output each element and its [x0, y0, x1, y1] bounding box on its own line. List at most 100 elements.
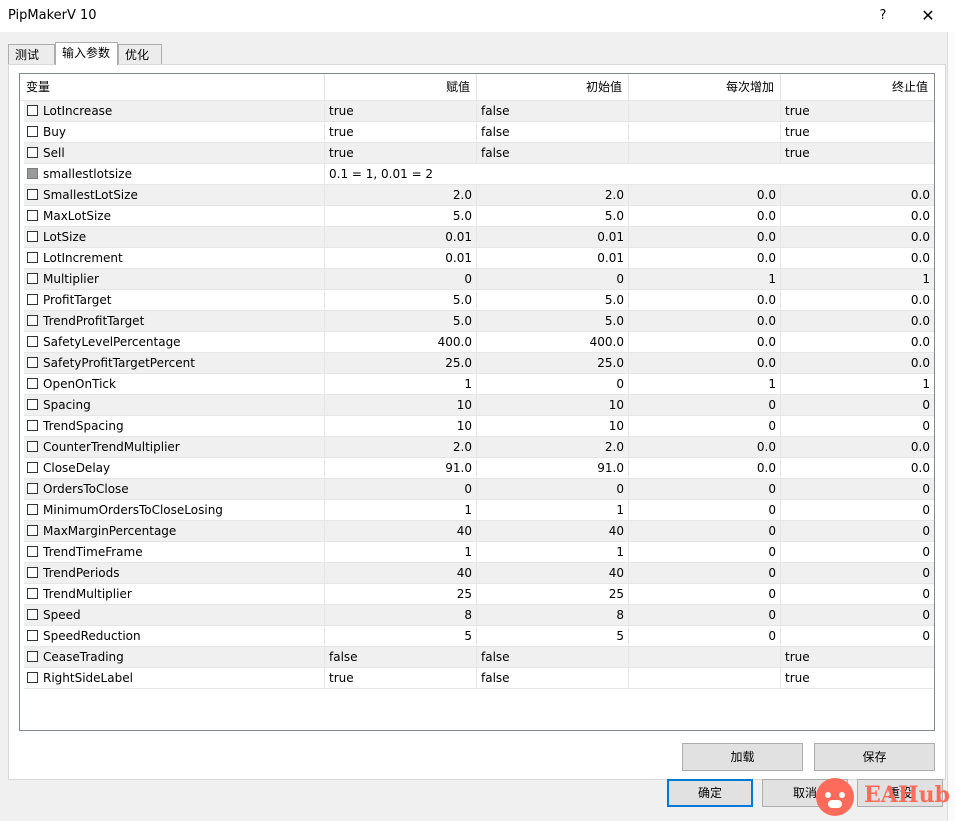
step-cell[interactable]: 1: [629, 269, 781, 289]
optimize-checkbox[interactable]: [27, 441, 38, 452]
stop-cell[interactable]: 0: [781, 521, 934, 541]
start-cell[interactable]: 25.0: [477, 353, 629, 373]
optimize-checkbox[interactable]: [27, 630, 38, 641]
stop-cell[interactable]: 0: [781, 626, 934, 646]
step-cell[interactable]: 0: [629, 563, 781, 583]
start-cell[interactable]: 91.0: [477, 458, 629, 478]
table-row[interactable]: LotSize 0.01 0.01 0.0 0.0: [24, 227, 934, 248]
stop-cell[interactable]: 0.0: [781, 437, 934, 457]
stop-cell[interactable]: 0: [781, 563, 934, 583]
stop-cell[interactable]: 0.0: [781, 227, 934, 247]
start-cell[interactable]: 0.01: [477, 248, 629, 268]
ok-button[interactable]: 确定: [667, 779, 753, 807]
start-cell[interactable]: 0: [477, 374, 629, 394]
table-row[interactable]: LotIncrement 0.01 0.01 0.0 0.0: [24, 248, 934, 269]
table-row[interactable]: CounterTrendMultiplier 2.0 2.0 0.0 0.0: [24, 437, 934, 458]
stop-cell[interactable]: 0.0: [781, 458, 934, 478]
stop-cell[interactable]: 0: [781, 395, 934, 415]
optimize-checkbox[interactable]: [27, 609, 38, 620]
table-row[interactable]: Spacing 10 10 0 0: [24, 395, 934, 416]
tab-input-parameters[interactable]: 输入参数: [55, 42, 118, 65]
optimize-checkbox[interactable]: [27, 105, 38, 116]
value-cell[interactable]: true: [325, 668, 477, 688]
table-row[interactable]: LotIncrease true false true: [24, 101, 934, 122]
table-row[interactable]: SmallestLotSize 2.0 2.0 0.0 0.0: [24, 185, 934, 206]
start-cell[interactable]: 2.0: [477, 437, 629, 457]
optimize-checkbox[interactable]: [27, 357, 38, 368]
column-header-step[interactable]: 每次增加: [629, 74, 781, 100]
step-cell[interactable]: [629, 122, 781, 142]
step-cell[interactable]: 0.0: [629, 248, 781, 268]
value-cell[interactable]: 0: [325, 479, 477, 499]
start-cell[interactable]: 5: [477, 626, 629, 646]
start-cell[interactable]: false: [477, 122, 629, 142]
optimize-checkbox[interactable]: [27, 378, 38, 389]
start-cell[interactable]: 40: [477, 563, 629, 583]
step-cell[interactable]: 0: [629, 605, 781, 625]
value-cell[interactable]: 10: [325, 395, 477, 415]
stop-cell[interactable]: 0: [781, 542, 934, 562]
table-row[interactable]: Speed 8 8 0 0: [24, 605, 934, 626]
optimize-checkbox[interactable]: [27, 294, 38, 305]
optimize-checkbox[interactable]: [27, 126, 38, 137]
start-cell[interactable]: false: [477, 101, 629, 121]
optimize-checkbox[interactable]: [27, 525, 38, 536]
table-row[interactable]: smallestlotsize 0.1 = 1, 0.01 = 2: [24, 164, 934, 185]
close-button[interactable]: ✕: [910, 4, 946, 28]
value-cell[interactable]: 10: [325, 416, 477, 436]
load-button[interactable]: 加载: [682, 743, 803, 771]
table-row[interactable]: SpeedReduction 5 5 0 0: [24, 626, 934, 647]
value-cell[interactable]: 5: [325, 626, 477, 646]
optimize-checkbox[interactable]: [27, 315, 38, 326]
help-button[interactable]: ?: [868, 4, 898, 28]
optimize-checkbox[interactable]: [27, 588, 38, 599]
value-cell[interactable]: true: [325, 101, 477, 121]
step-cell[interactable]: 0.0: [629, 458, 781, 478]
start-cell[interactable]: 10: [477, 395, 629, 415]
tab-optimization[interactable]: 优化: [118, 44, 162, 64]
start-cell[interactable]: false: [477, 143, 629, 163]
table-row[interactable]: CeaseTrading false false true: [24, 647, 934, 668]
step-cell[interactable]: 0.0: [629, 311, 781, 331]
step-cell[interactable]: 0: [629, 479, 781, 499]
table-row[interactable]: Multiplier 0 0 1 1: [24, 269, 934, 290]
value-cell[interactable]: 2.0: [325, 437, 477, 457]
optimize-checkbox[interactable]: [27, 252, 38, 263]
start-cell[interactable]: false: [477, 668, 629, 688]
step-cell[interactable]: 0: [629, 395, 781, 415]
table-row[interactable]: RightSideLabel true false true: [24, 668, 934, 689]
optimize-checkbox[interactable]: [27, 210, 38, 221]
optimize-checkbox[interactable]: [27, 336, 38, 347]
save-button[interactable]: 保存: [814, 743, 935, 771]
start-cell[interactable]: 5.0: [477, 311, 629, 331]
column-header-variable[interactable]: 变量: [20, 74, 325, 100]
value-cell[interactable]: 40: [325, 563, 477, 583]
stop-cell[interactable]: 0.0: [781, 353, 934, 373]
table-row[interactable]: Buy true false true: [24, 122, 934, 143]
step-cell[interactable]: 0.0: [629, 332, 781, 352]
start-cell[interactable]: 5.0: [477, 290, 629, 310]
value-cell[interactable]: 0.01: [325, 248, 477, 268]
step-cell[interactable]: [629, 101, 781, 121]
stop-cell[interactable]: 0.0: [781, 332, 934, 352]
stop-cell[interactable]: 0.0: [781, 206, 934, 226]
step-cell[interactable]: [629, 647, 781, 667]
value-cell[interactable]: 1: [325, 374, 477, 394]
stop-cell[interactable]: 0: [781, 500, 934, 520]
step-cell[interactable]: 0.0: [629, 290, 781, 310]
table-row[interactable]: TrendSpacing 10 10 0 0: [24, 416, 934, 437]
table-row[interactable]: TrendTimeFrame 1 1 0 0: [24, 542, 934, 563]
optimize-checkbox[interactable]: [27, 420, 38, 431]
stop-cell[interactable]: 0: [781, 416, 934, 436]
start-cell[interactable]: false: [477, 647, 629, 667]
start-cell[interactable]: 0: [477, 479, 629, 499]
optimize-checkbox[interactable]: [27, 483, 38, 494]
value-cell[interactable]: 2.0: [325, 185, 477, 205]
value-cell[interactable]: 8: [325, 605, 477, 625]
table-row[interactable]: MaxLotSize 5.0 5.0 0.0 0.0: [24, 206, 934, 227]
stop-cell[interactable]: 0.0: [781, 290, 934, 310]
optimize-checkbox[interactable]: [27, 462, 38, 473]
stop-cell[interactable]: 0.0: [781, 185, 934, 205]
stop-cell[interactable]: true: [781, 143, 934, 163]
table-row[interactable]: Sell true false true: [24, 143, 934, 164]
